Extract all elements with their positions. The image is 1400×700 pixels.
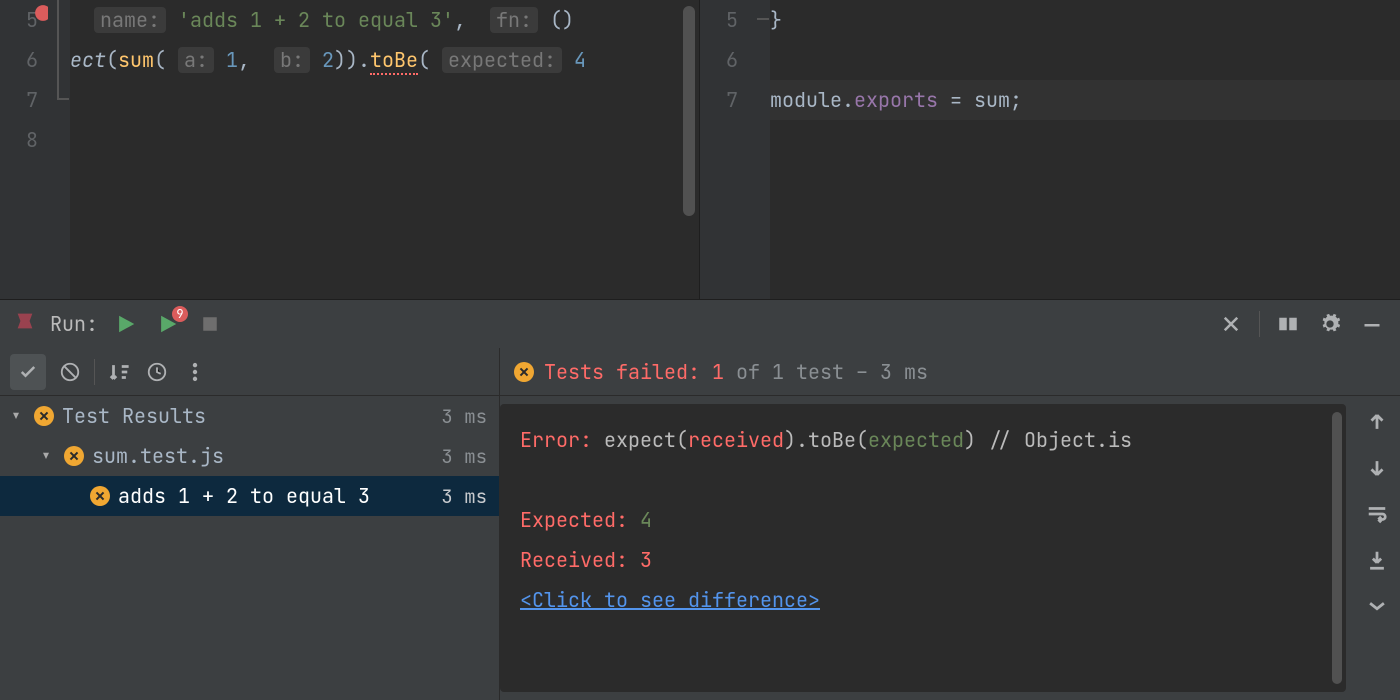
param-hint: expected: xyxy=(442,47,562,73)
code-area-left[interactable]: name: 'adds 1 + 2 to equal 3', fn: () ec… xyxy=(70,0,699,299)
line-number: 6 xyxy=(0,40,38,80)
jest-icon xyxy=(14,310,36,338)
see-difference-link[interactable]: <Click to see difference> xyxy=(520,587,820,613)
run-header: Run: 9 xyxy=(0,300,1400,348)
code-line xyxy=(770,40,1400,80)
expand-icon[interactable] xyxy=(1363,592,1391,620)
param-hint: name: xyxy=(94,7,166,33)
more-icon[interactable] xyxy=(181,358,209,386)
tree-label: Test Results xyxy=(62,403,206,429)
chevron-down-icon[interactable]: ▾ xyxy=(10,403,26,429)
fold-column-right[interactable] xyxy=(748,0,770,299)
run-button[interactable] xyxy=(112,310,140,338)
tree-root[interactable]: ▾ Test Results 3 ms xyxy=(0,396,499,436)
fail-status-icon xyxy=(34,406,54,426)
rerun-failed-button[interactable]: 9 xyxy=(154,310,182,338)
fail-status-icon xyxy=(64,446,84,466)
editor-split: 5 6 7 8 name: 'adds 1 + 2 to equal 3', f… xyxy=(0,0,1400,299)
console-scrollbar[interactable] xyxy=(1332,412,1342,684)
line-number: 8 xyxy=(0,120,38,160)
down-arrow-icon[interactable] xyxy=(1363,454,1391,482)
fail-status-icon xyxy=(90,486,110,506)
line-number: 7 xyxy=(700,80,738,120)
editor-right[interactable]: 5 6 7 } module.exports = sum; xyxy=(700,0,1400,299)
test-tree-panel: ▾ Test Results 3 ms ▾ sum.test.js 3 ms a… xyxy=(0,348,500,700)
status-total: of 1 test – 3 ms xyxy=(736,359,928,385)
code-area-right[interactable]: } module.exports = sum; xyxy=(770,0,1400,299)
fail-status-icon xyxy=(514,362,534,382)
run-title: Run: xyxy=(50,311,98,337)
code-line xyxy=(70,120,699,160)
tree-label: sum.test.js xyxy=(92,443,224,469)
run-body: ▾ Test Results 3 ms ▾ sum.test.js 3 ms a… xyxy=(0,348,1400,700)
line-number: 7 xyxy=(0,80,38,120)
test-status-bar: Tests failed: 1 of 1 test – 3 ms xyxy=(500,348,1400,396)
tree-time: 3 ms xyxy=(441,444,487,469)
failed-count-badge: 9 xyxy=(172,306,188,322)
test-tree[interactable]: ▾ Test Results 3 ms ▾ sum.test.js 3 ms a… xyxy=(0,396,499,700)
close-icon[interactable] xyxy=(1217,310,1245,338)
line-number: 5 xyxy=(700,0,738,40)
status-failed-label: Tests failed: xyxy=(544,359,700,385)
show-passed-toggle[interactable] xyxy=(10,354,46,390)
gear-icon[interactable] xyxy=(1316,310,1344,338)
minimize-icon[interactable] xyxy=(1358,310,1386,338)
chevron-down-icon[interactable]: ▾ xyxy=(40,443,56,469)
code-line: } xyxy=(770,0,1400,40)
code-line xyxy=(70,80,699,120)
code-line: name: 'adds 1 + 2 to equal 3', fn: () xyxy=(70,0,699,40)
line-number: 6 xyxy=(700,40,738,80)
stop-button[interactable] xyxy=(196,310,224,338)
up-arrow-icon[interactable] xyxy=(1363,408,1391,436)
tree-test-case[interactable]: adds 1 + 2 to equal 3 3 ms xyxy=(0,476,499,516)
scroll-to-end-icon[interactable] xyxy=(1363,546,1391,574)
test-console[interactable]: Error: expect(received).toBe(expected) /… xyxy=(500,404,1346,692)
editor-left[interactable]: 5 6 7 8 name: 'adds 1 + 2 to equal 3', f… xyxy=(0,0,700,299)
param-hint: b: xyxy=(274,47,310,73)
toolbar-divider xyxy=(1259,311,1260,337)
test-output-panel: Tests failed: 1 of 1 test – 3 ms Error: … xyxy=(500,348,1400,700)
tree-file[interactable]: ▾ sum.test.js 3 ms xyxy=(0,436,499,476)
run-tool-window: Run: 9 xyxy=(0,299,1400,700)
editor-scrollbar[interactable] xyxy=(683,6,695,216)
test-toolbar-row xyxy=(0,348,499,396)
gutter-left: 5 6 7 8 xyxy=(0,0,48,299)
method-toBe: toBe xyxy=(370,47,418,75)
tree-time: 3 ms xyxy=(441,404,487,429)
param-hint: a: xyxy=(178,47,214,73)
console-side-toolbar xyxy=(1354,396,1400,700)
string-literal: 'adds 1 + 2 to equal 3' xyxy=(178,7,454,33)
fold-column-left[interactable] xyxy=(48,0,70,299)
gutter-right: 5 6 7 xyxy=(700,0,748,299)
layout-icon[interactable] xyxy=(1274,310,1302,338)
console-text: Error: expect(received).toBe(expected) /… xyxy=(500,404,1346,636)
param-hint: fn: xyxy=(490,7,538,33)
soft-wrap-icon[interactable] xyxy=(1363,500,1391,528)
line-number: 5 xyxy=(0,0,38,40)
tree-label: adds 1 + 2 to equal 3 xyxy=(118,483,370,509)
code-line: ect(sum( a: 1, b: 2)).toBe( expected: 4 xyxy=(70,40,699,80)
status-failed-count: 1 xyxy=(712,359,724,385)
sort-icon[interactable] xyxy=(105,358,133,386)
history-icon[interactable] xyxy=(143,358,171,386)
toolbar-divider xyxy=(94,359,95,385)
code-line: module.exports = sum; xyxy=(770,80,1400,120)
tree-time: 3 ms xyxy=(441,484,487,509)
show-ignored-toggle[interactable] xyxy=(56,358,84,386)
